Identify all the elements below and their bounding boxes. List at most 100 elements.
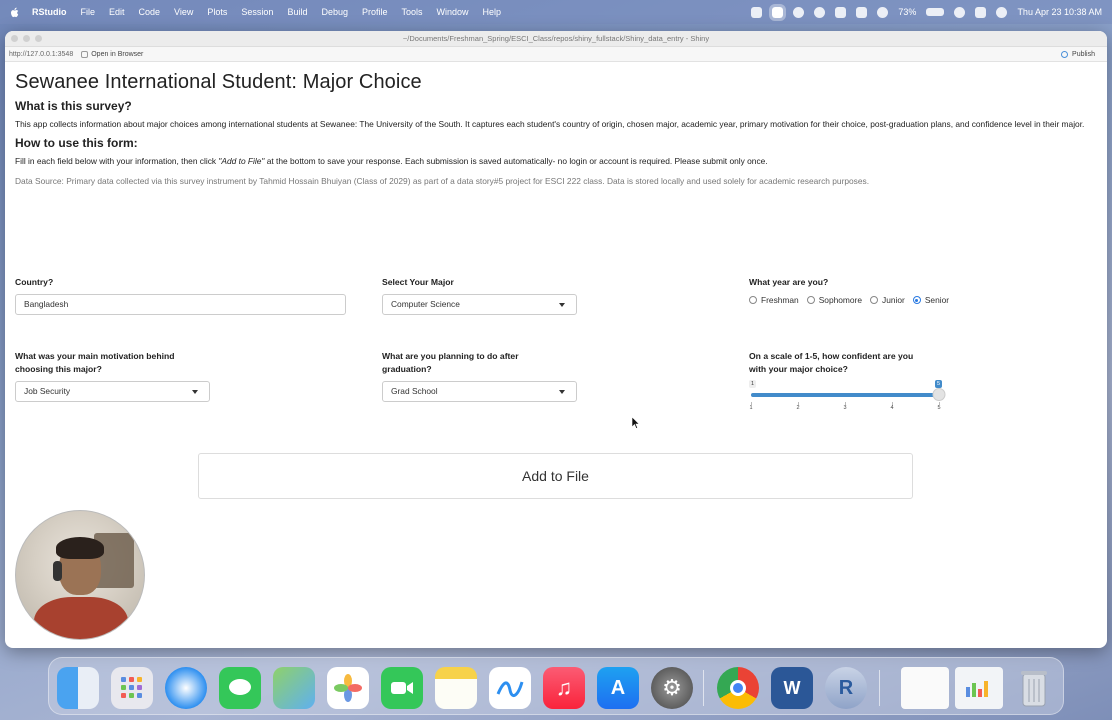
window-title: ~/Documents/Freshman_Spring/ESCI_Class/r…: [402, 34, 710, 43]
menu-help[interactable]: Help: [483, 7, 502, 17]
how-text-after: at the bottom to save your response. Eac…: [264, 156, 768, 166]
launchpad-icon[interactable]: [111, 667, 153, 709]
facetime-icon[interactable]: [381, 667, 423, 709]
screen-record-icon[interactable]: [751, 6, 763, 18]
slider-track[interactable]: [751, 393, 939, 397]
year-option-label: Sophomore: [818, 295, 863, 305]
r-icon[interactable]: R: [825, 667, 867, 709]
status-tray: 73% Thu Apr 23 10:38 AM: [751, 3, 1102, 21]
menu-session[interactable]: Session: [241, 7, 273, 17]
slider-min-label: 1: [749, 380, 757, 388]
display-icon[interactable]: [856, 6, 868, 18]
freeform-icon[interactable]: [489, 667, 531, 709]
window-manager-icon[interactable]: [769, 3, 787, 21]
publish-button[interactable]: Publish: [1061, 50, 1095, 58]
open-in-browser-label: Open in Browser: [91, 50, 144, 58]
motivation-label-line1: What was your main motivation behind: [15, 351, 175, 361]
vpn-icon[interactable]: [793, 6, 805, 18]
menu-debug[interactable]: Debug: [321, 7, 348, 17]
camera-icon[interactable]: [835, 6, 847, 18]
year-option-junior[interactable]: Junior: [870, 295, 905, 305]
word-icon[interactable]: W: [771, 667, 813, 709]
year-option-label: Senior: [924, 295, 950, 305]
menu-code[interactable]: Code: [139, 7, 161, 17]
country-input[interactable]: Bangladesh: [15, 294, 346, 315]
plans-selected-value: Grad School: [391, 386, 438, 396]
open-in-browser-button[interactable]: Open in Browser: [81, 50, 144, 58]
cursor-icon: [632, 417, 640, 429]
webcam-person-body: [34, 597, 128, 639]
slider-handle[interactable]: [932, 388, 946, 401]
data-source-text: Data Source: Primary data collected via …: [15, 176, 870, 186]
siri-icon[interactable]: [996, 6, 1008, 18]
window-titlebar: ~/Documents/Freshman_Spring/ESCI_Class/r…: [5, 31, 1107, 47]
photos-icon[interactable]: [327, 667, 369, 709]
chevron-down-icon: [559, 390, 565, 394]
menu-window[interactable]: Window: [437, 7, 469, 17]
safari-icon[interactable]: [165, 667, 207, 709]
confidence-label-line2: with your major choice?: [749, 364, 848, 374]
confidence-field: On a scale of 1-5, how confident are you…: [749, 350, 946, 418]
wifi-icon[interactable]: [954, 6, 966, 18]
menu-app-name[interactable]: RStudio: [32, 7, 67, 17]
recent-window-thumbnail[interactable]: [901, 667, 949, 709]
slider-tick-label: 5: [937, 405, 941, 411]
what-heading: What is this survey?: [15, 99, 132, 113]
radio-senior[interactable]: [912, 296, 921, 304]
major-select[interactable]: Computer Science: [382, 294, 577, 315]
battery-icon[interactable]: [926, 8, 945, 16]
menu-tools[interactable]: Tools: [402, 7, 423, 17]
country-label: Country?: [15, 277, 54, 287]
plans-select[interactable]: Grad School: [382, 381, 577, 402]
year-option-sophomore[interactable]: Sophomore: [806, 295, 863, 305]
finder-icon[interactable]: [57, 667, 99, 709]
menubar-clock[interactable]: Thu Apr 23 10:38 AM: [1017, 7, 1102, 17]
apple-icon[interactable]: [10, 7, 20, 18]
add-to-file-button[interactable]: Add to File: [198, 453, 913, 499]
chrome-icon[interactable]: [717, 667, 759, 709]
year-radio-group: Freshman Sophomore Junior Senior: [749, 295, 949, 305]
motivation-select[interactable]: Job Security: [15, 381, 210, 402]
maps-icon[interactable]: [273, 667, 315, 709]
major-field: Select Your Major Computer Science: [382, 276, 577, 315]
viewer-toolbar: http://127.0.0.1:3548 Open in Browser Pu…: [5, 47, 1107, 62]
dock-separator: [703, 670, 704, 706]
year-option-freshman[interactable]: Freshman: [749, 295, 799, 305]
slider-fill: [751, 393, 939, 397]
publish-icon: [1061, 50, 1069, 58]
music-icon[interactable]: ♫: [543, 667, 585, 709]
year-option-senior[interactable]: Senior: [912, 295, 950, 305]
slider-tick-label: 3: [843, 405, 847, 411]
slider-tick-label: 2: [796, 405, 800, 411]
menu-profile[interactable]: Profile: [362, 7, 388, 17]
menu-bar: RStudio File Edit Code View Plots Sessio…: [0, 0, 1112, 24]
year-field: What year are you? Freshman Sophomore Ju…: [749, 276, 949, 305]
radio-sophomore[interactable]: [806, 296, 815, 304]
menu-edit[interactable]: Edit: [109, 7, 125, 17]
trash-icon[interactable]: [1013, 667, 1055, 709]
major-selected-value: Computer Science: [391, 299, 460, 309]
app-url: http://127.0.0.1:3548: [9, 50, 74, 58]
notes-icon[interactable]: [435, 667, 477, 709]
headset-icon: [53, 561, 62, 581]
menu-plots[interactable]: Plots: [207, 7, 227, 17]
motivation-selected-value: Job Security: [24, 386, 71, 396]
confidence-slider[interactable]: 1 5 1 2 3 4 5: [749, 380, 946, 418]
motivation-field: What was your main motivation behind cho…: [15, 350, 210, 402]
cloud-icon[interactable]: [814, 6, 826, 18]
focus-moon-icon[interactable]: [877, 6, 889, 18]
app-store-icon[interactable]: A: [597, 667, 639, 709]
recent-window-thumbnail[interactable]: [955, 667, 1003, 709]
menu-view[interactable]: View: [174, 7, 193, 17]
menu-build[interactable]: Build: [287, 7, 307, 17]
how-text-before: Fill in each field below with your infor…: [15, 156, 219, 166]
dock-separator: [879, 670, 880, 706]
messages-icon[interactable]: [219, 667, 261, 709]
menu-file[interactable]: File: [81, 7, 96, 17]
control-center-icon[interactable]: [975, 6, 987, 18]
battery-percent[interactable]: 73%: [898, 7, 916, 17]
how-heading: How to use this form:: [15, 136, 138, 150]
radio-junior[interactable]: [870, 296, 879, 304]
system-settings-icon[interactable]: ⚙: [651, 667, 693, 709]
radio-freshman[interactable]: [749, 296, 757, 304]
